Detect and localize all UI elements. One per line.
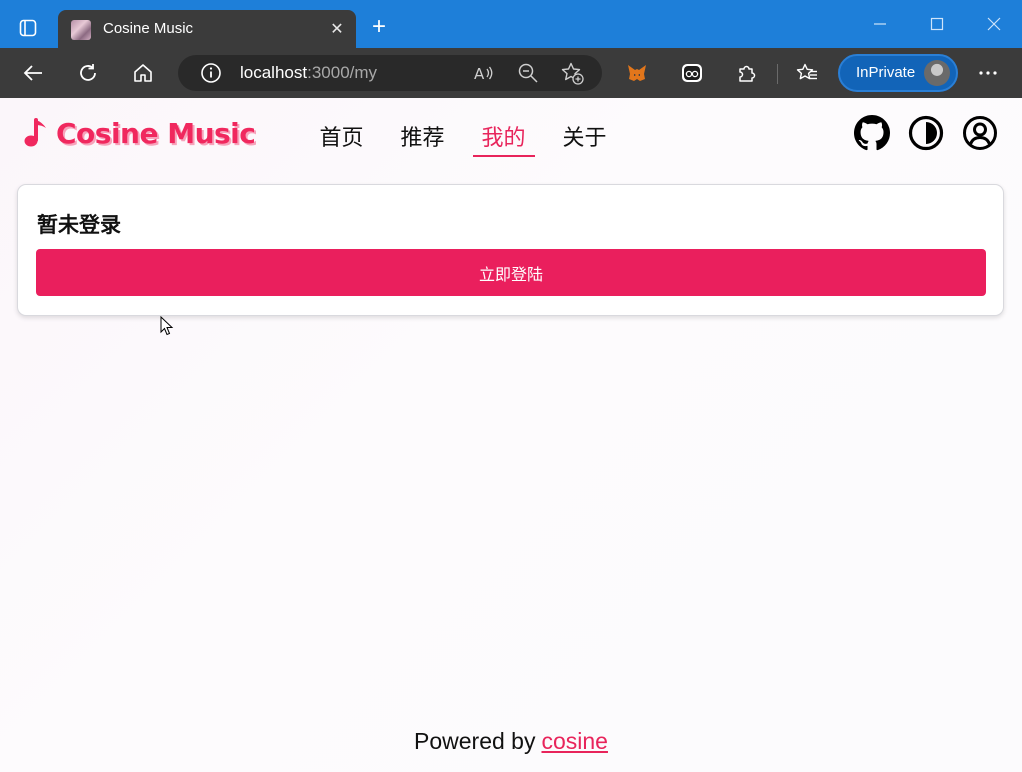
home-icon[interactable] — [128, 58, 158, 88]
info-icon[interactable] — [200, 62, 222, 84]
svg-text:A: A — [474, 65, 485, 83]
user-icon[interactable] — [962, 115, 998, 151]
inprivate-badge[interactable]: InPrivate — [838, 54, 958, 92]
maximize-icon[interactable] — [922, 12, 952, 36]
address-bar[interactable]: localhost:3000/my A — [178, 55, 602, 91]
zoom-icon[interactable] — [516, 61, 540, 85]
github-icon[interactable] — [854, 115, 890, 151]
extension-icon[interactable] — [677, 58, 707, 88]
refresh-icon[interactable] — [73, 58, 103, 88]
login-card: 暂未登录 立即登陆 — [17, 184, 1004, 316]
url-text: localhost:3000/my — [240, 63, 378, 82]
browser-titlebar: Cosine Music ✕ + — [0, 0, 1022, 48]
tab-actions-icon[interactable] — [14, 14, 42, 42]
login-status-title: 暂未登录 — [37, 214, 121, 237]
metamask-icon[interactable] — [622, 58, 652, 88]
toolbar-divider — [777, 64, 778, 84]
back-icon[interactable] — [18, 58, 48, 88]
mouse-cursor-icon — [160, 316, 174, 336]
nav-item-my[interactable]: 我的 — [472, 116, 553, 157]
logo-text: Cosine Music — [56, 116, 256, 150]
footer: Powered by cosine — [0, 728, 1022, 755]
minimize-icon[interactable] — [865, 12, 895, 36]
page-content: Cosine Music 首页 推荐 我的 关于 暂未登录 立即登陆 — [0, 98, 1022, 772]
favicon — [71, 20, 91, 40]
nav-item-about[interactable]: 关于 — [553, 116, 634, 156]
nav-item-recommend[interactable]: 推荐 — [391, 116, 472, 156]
read-aloud-icon[interactable]: A — [472, 61, 496, 85]
new-tab-icon[interactable]: + — [366, 13, 392, 40]
favorites-icon[interactable] — [792, 58, 822, 88]
music-note-icon — [24, 118, 46, 147]
profile-avatar — [924, 60, 950, 86]
theme-toggle-icon[interactable] — [908, 115, 944, 151]
nav-item-home[interactable]: 首页 — [310, 116, 391, 156]
main-nav: 首页 推荐 我的 关于 — [310, 116, 634, 157]
window-close-icon[interactable] — [979, 12, 1009, 36]
close-icon[interactable]: ✕ — [326, 18, 348, 40]
browser-toolbar: localhost:3000/my A InPrivate — [0, 48, 1022, 98]
footer-prefix: Powered by — [414, 728, 536, 754]
inprivate-label: InPrivate — [856, 64, 916, 81]
tab-title: Cosine Music — [103, 20, 194, 37]
more-icon[interactable] — [973, 58, 1003, 88]
favorite-add-icon[interactable] — [560, 61, 584, 85]
site-logo[interactable]: Cosine Music — [24, 116, 256, 150]
footer-link[interactable]: cosine — [541, 728, 607, 754]
extensions-icon[interactable] — [732, 58, 762, 88]
browser-tab[interactable]: Cosine Music ✕ — [58, 10, 356, 48]
login-button[interactable]: 立即登陆 — [36, 249, 986, 296]
